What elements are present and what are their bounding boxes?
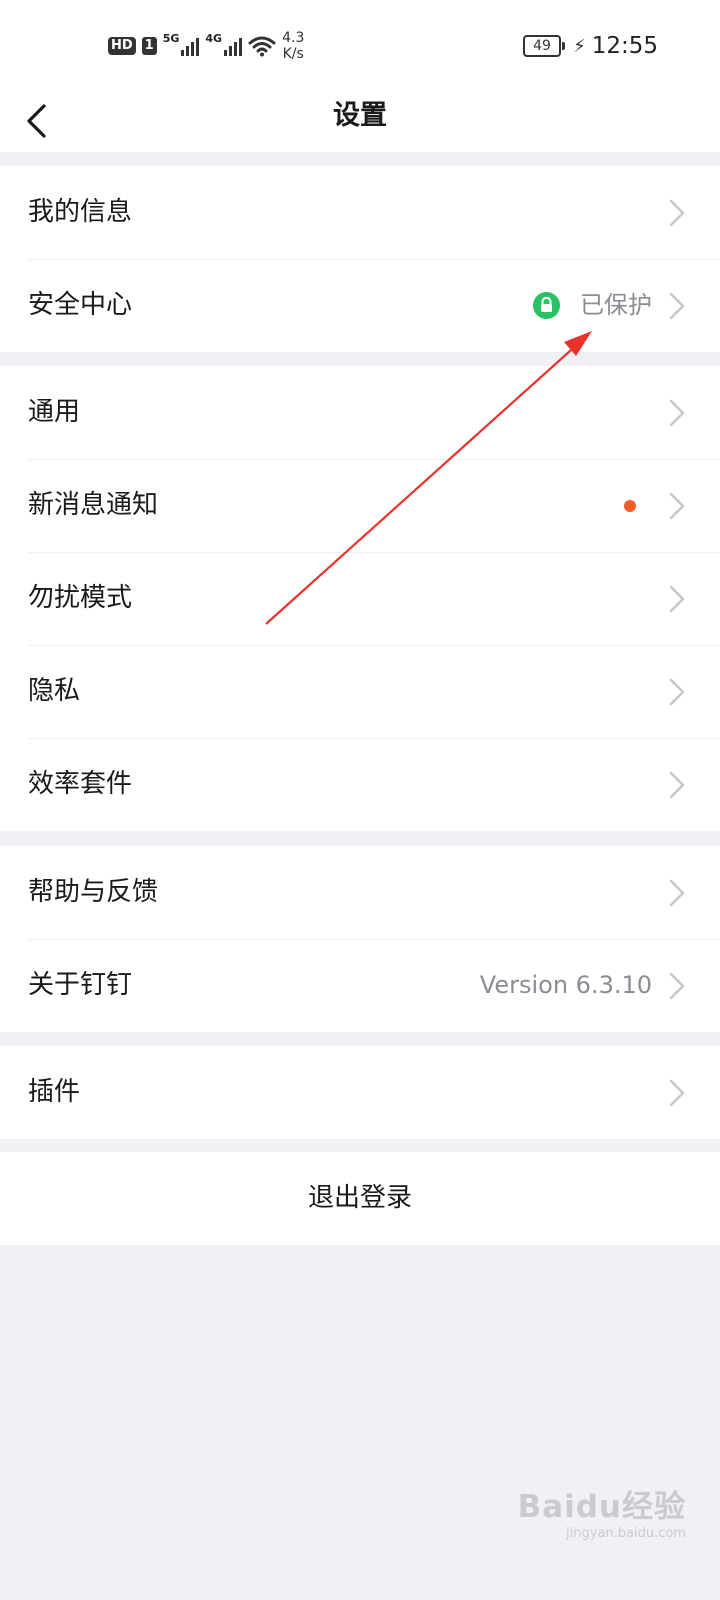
unread-dot-badge <box>624 500 636 512</box>
logout-button[interactable]: 退出登录 <box>0 1152 720 1245</box>
hd-voice-badge: HD <box>108 37 136 55</box>
chevron-right-icon <box>669 879 685 907</box>
status-clock: 12:55 <box>591 33 658 59</box>
settings-item-label: 插件 <box>28 1077 81 1107</box>
baidu-watermark: Baidu经验 jingyan.baidu.com <box>516 1488 686 1568</box>
settings-item-label: 我的信息 <box>28 197 133 227</box>
settings-item-general[interactable]: 通用 <box>0 366 720 459</box>
settings-group-account: 我的信息 安全中心 已保护 <box>0 166 720 352</box>
page-title: 设置 <box>333 100 387 131</box>
settings-item-about[interactable]: 关于钉钉 Version 6.3.10 <box>0 939 720 1032</box>
settings-item-label: 帮助与反馈 <box>28 877 159 907</box>
chevron-right-icon <box>669 199 685 227</box>
status-left: HD 1 5G 4G 4.3 K/s <box>108 28 304 64</box>
app-version-value: Version 6.3.10 <box>479 971 652 999</box>
security-status-value: 已保护 <box>580 291 652 319</box>
settings-item-do-not-disturb[interactable]: 勿扰模式 <box>0 552 720 645</box>
chevron-right-icon <box>669 292 685 320</box>
chevron-right-icon <box>669 771 685 799</box>
battery-icon: 49 <box>523 35 566 57</box>
settings-group-general: 通用 新消息通知 勿扰模式 隐私 效率套件 <box>0 366 720 831</box>
chevron-right-icon <box>669 678 685 706</box>
signal-4g-icon <box>224 36 243 56</box>
sim-badge: 1 <box>141 37 157 55</box>
chevron-right-icon <box>669 492 685 520</box>
settings-item-help-feedback[interactable]: 帮助与反馈 <box>0 846 720 939</box>
settings-item-label: 勿扰模式 <box>28 583 133 613</box>
settings-item-label: 通用 <box>28 397 81 427</box>
network-4g-label: 4G <box>205 31 223 45</box>
status-bar: HD 1 5G 4G 4.3 K/s 49 ⚡ 12:55 <box>0 0 720 90</box>
settings-item-label: 安全中心 <box>28 290 133 320</box>
signal-5g-icon <box>181 36 200 56</box>
lock-icon <box>533 292 560 319</box>
watermark-url: jingyan.baidu.com <box>566 1526 686 1541</box>
network-speed: 4.3 K/s <box>282 30 304 62</box>
settings-item-security-center[interactable]: 安全中心 已保护 <box>0 259 720 352</box>
settings-item-my-info[interactable]: 我的信息 <box>0 166 720 259</box>
settings-item-notifications[interactable]: 新消息通知 <box>0 459 720 552</box>
settings-item-privacy[interactable]: 隐私 <box>0 645 720 738</box>
settings-item-efficiency-suite[interactable]: 效率套件 <box>0 738 720 831</box>
nav-bar: 设置 <box>0 90 720 152</box>
charging-bolt-icon: ⚡ <box>573 35 586 57</box>
chevron-right-icon <box>669 399 685 427</box>
network-5g-label: 5G <box>162 31 180 45</box>
network-speed-unit: K/s <box>282 46 304 62</box>
settings-item-label: 关于钉钉 <box>28 970 133 1000</box>
settings-page: HD 1 5G 4G 4.3 K/s 49 ⚡ 12:55 设置 我的信息 安全… <box>0 0 720 1600</box>
network-speed-value: 4.3 <box>282 30 305 46</box>
wifi-icon <box>248 36 276 57</box>
chevron-right-icon <box>669 585 685 613</box>
chevron-right-icon <box>669 972 685 1000</box>
watermark-logo: Baidu经验 <box>517 1489 686 1525</box>
status-right: 49 ⚡ 12:55 <box>523 30 658 62</box>
settings-group-help: 帮助与反馈 关于钉钉 Version 6.3.10 <box>0 846 720 1032</box>
settings-group-plugins: 插件 <box>0 1046 720 1139</box>
settings-item-label: 隐私 <box>28 676 81 706</box>
settings-item-plugins[interactable]: 插件 <box>0 1046 720 1139</box>
settings-item-label: 新消息通知 <box>28 490 159 520</box>
chevron-right-icon <box>669 1079 685 1107</box>
settings-item-label: 效率套件 <box>28 769 133 799</box>
